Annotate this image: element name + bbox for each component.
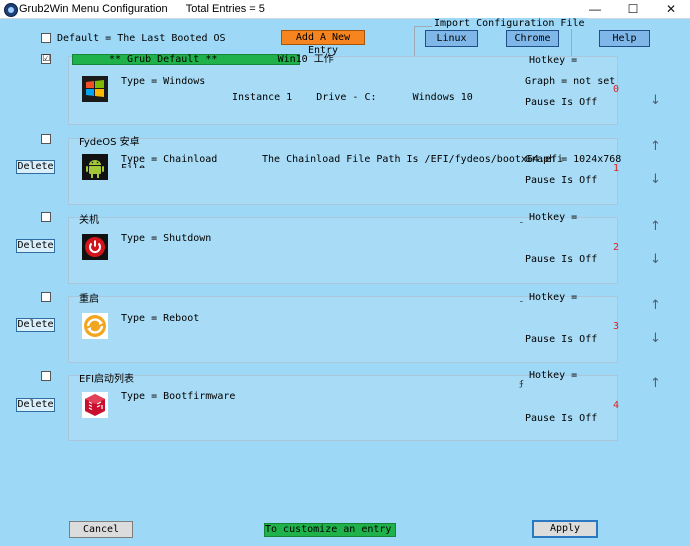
entry-panel-4[interactable] [68, 375, 618, 441]
close-button[interactable]: ✕ [652, 0, 690, 18]
add-new-entry-button[interactable]: Add A New Entry [281, 30, 365, 56]
entry-0-type: Type = Windows [121, 76, 206, 87]
customize-hint: To customize an entry - [264, 523, 396, 537]
entry-4-type: Type = Bootfirmware [121, 391, 236, 402]
entry-3-checkbox[interactable] [41, 292, 51, 302]
entry-3-pause: Pause Is Off [525, 334, 598, 345]
entry-1-move-up-icon[interactable]: ↑ [650, 140, 661, 153]
entry-3-type: Type = Reboot [121, 313, 200, 324]
entry-2-move-up-icon[interactable]: ↑ [650, 220, 661, 233]
entry-0-checkbox[interactable]: ☑ [41, 54, 51, 64]
default-label: Default = The Last Booted OS [57, 33, 226, 44]
entry-1-pause: Pause Is Off [525, 175, 598, 186]
reboot-icon [82, 313, 108, 339]
entry-panel-2[interactable] [68, 217, 618, 284]
minimize-button[interactable]: — [576, 0, 614, 18]
entry-4-delete-button[interactable]: Delete [16, 398, 55, 412]
entry-2-hotkey: Hotkey = [529, 212, 578, 223]
entry-panel-0[interactable] [68, 56, 618, 125]
entry-0-hotkey: Hotkey = [529, 55, 578, 66]
app-icon [4, 3, 18, 17]
entry-2-checkbox[interactable] [41, 212, 51, 222]
entry-3-number: 3 [613, 321, 620, 332]
entry-2-delete-button[interactable]: Delete [16, 239, 55, 253]
entry-panel-1[interactable] [68, 138, 618, 205]
title-bar: Grub2Win Menu Configuration Total Entrie… [0, 0, 690, 19]
entry-4-name: EFI启动列表 [79, 374, 135, 385]
entry-4-number: 4 [613, 400, 620, 411]
entry-1-graph: Graph = 1024x768 [525, 154, 622, 165]
entry-1-number: 1 [613, 163, 620, 174]
grub-default-bar: ** Grub Default ** Win10 工作 [72, 54, 334, 65]
window-title: Grub2Win Menu Configuration Total Entrie… [19, 3, 265, 15]
entry-2-name: 关机 [79, 215, 99, 226]
entry-3-move-up-icon[interactable]: ↑ [650, 299, 661, 312]
entry-4-move-up-icon[interactable]: ↑ [650, 377, 661, 390]
entry-4-hotkey: Hotkey = [529, 370, 578, 381]
entry-2-pause: Pause Is Off [525, 254, 598, 265]
entry-1-delete-button[interactable]: Delete [16, 160, 55, 174]
main-client-area: Default = The Last Booted OS Add A New E… [0, 18, 690, 546]
entry-0-pause: Pause Is Off [525, 97, 598, 108]
entry-2-number: 2 [613, 242, 620, 253]
windows-logo-icon [82, 76, 108, 102]
entry-2-move-down-icon[interactable]: ↓ [650, 253, 661, 266]
entry-1-type-extra: File [121, 163, 145, 168]
entry-1-move-down-icon[interactable]: ↓ [650, 173, 661, 186]
entry-1-checkbox[interactable] [41, 134, 51, 144]
entry-1-detail: The Chainload File Path Is /EFI/fydeos/b… [262, 154, 564, 165]
entry-3-move-down-icon[interactable]: ↓ [650, 332, 661, 345]
chrome-import-button[interactable]: Chrome [506, 30, 559, 47]
help-button[interactable]: Help [599, 30, 650, 47]
entry-3-delete-button[interactable]: Delete [16, 318, 55, 332]
entry-4-pause: Pause Is Off [525, 413, 598, 424]
entry-0-number: 0 [613, 84, 620, 95]
entry-1-name: FydeOS 安卓 [79, 137, 140, 148]
efi-icon [82, 392, 108, 418]
total-entries: Total Entries = 5 [185, 3, 265, 15]
default-checkbox[interactable] [41, 33, 51, 43]
cancel-button[interactable]: Cancel [69, 521, 133, 538]
maximize-button[interactable]: ☐ [614, 0, 652, 18]
entry-0-graph: Graph = not set [525, 76, 616, 87]
apply-button[interactable]: Apply [532, 520, 598, 538]
entry-4-checkbox[interactable] [41, 371, 51, 381]
import-title: Import Configuration File [432, 18, 587, 29]
linux-import-button[interactable]: Linux [425, 30, 478, 47]
power-icon [82, 234, 108, 260]
entry-2-type: Type = Shutdown [121, 233, 212, 244]
entry-0-move-down-icon[interactable]: ↓ [650, 94, 661, 107]
android-icon [82, 154, 108, 180]
entry-0-detail: Instance 1 Drive - C: Windows 10 [232, 92, 473, 103]
entry-3-name: 重启 [79, 294, 99, 305]
entry-panel-3[interactable] [68, 296, 618, 363]
entry-3-hotkey: Hotkey = [529, 292, 578, 303]
